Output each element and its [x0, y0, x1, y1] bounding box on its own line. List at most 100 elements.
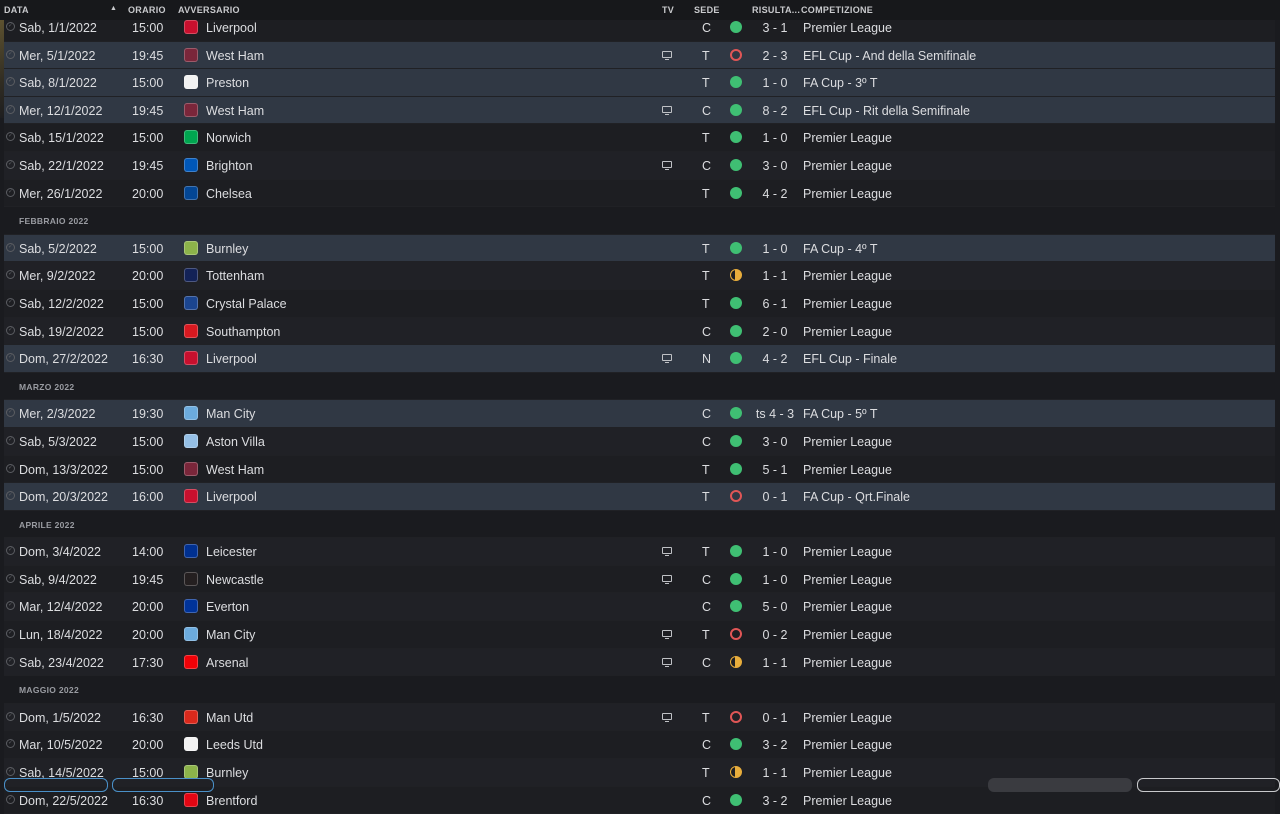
club-crest-icon[interactable] [184, 792, 198, 807]
competition-name[interactable]: FA Cup - 5º T [803, 407, 878, 421]
club-crest-icon[interactable] [184, 351, 198, 366]
opponent-name[interactable]: Brentford [206, 794, 257, 808]
competition-name[interactable]: Premier League [803, 463, 892, 477]
footer-button-left[interactable] [4, 778, 108, 792]
fixture-row[interactable]: ✓ Sab, 5/2/2022 15:00 Burnley T 1 - 0 FA Cup -… [4, 234, 1275, 263]
fixture-row[interactable]: ✓ Mar, 12/4/2022 20:00 Everton C 5 - 0 Premier… [4, 593, 1275, 622]
opponent-name[interactable]: Leeds Utd [206, 738, 263, 752]
club-crest-icon[interactable] [184, 268, 198, 283]
match-score[interactable]: 4 - 2 [749, 187, 801, 201]
match-score[interactable]: 4 - 2 [749, 352, 801, 366]
match-score[interactable]: ts 4 - 3 [749, 407, 801, 421]
competition-name[interactable]: Premier League [803, 738, 892, 752]
footer-button-second[interactable] [112, 778, 214, 792]
fixture-row[interactable]: ✓ Lun, 18/4/2022 20:00 Man City T 0 - 2 Premie… [4, 621, 1275, 649]
match-score[interactable]: 1 - 0 [749, 573, 801, 587]
fixture-row[interactable]: ✓ Sab, 19/2/2022 15:00 Southampton C 2 - 0 Pre… [4, 317, 1275, 346]
fixture-row[interactable]: ✓ Mer, 12/1/2022 19:45 West Ham C 8 - 2 EFL Cu… [4, 96, 1275, 125]
competition-name[interactable]: Premier League [803, 711, 892, 725]
fixture-row[interactable]: ✓ Sab, 9/4/2022 19:45 Newcastle C 1 - 0 Premie… [4, 565, 1275, 594]
club-crest-icon[interactable] [184, 489, 198, 504]
club-crest-icon[interactable] [184, 102, 198, 117]
club-crest-icon[interactable] [184, 627, 198, 642]
match-score[interactable]: 1 - 0 [749, 242, 801, 256]
club-crest-icon[interactable] [184, 75, 198, 90]
fixture-row[interactable]: ✓ Sab, 22/1/2022 19:45 Brighton C 3 - 0 Premie… [4, 151, 1275, 180]
match-score[interactable]: 1 - 0 [749, 545, 801, 559]
club-crest-icon[interactable] [184, 323, 198, 338]
club-crest-icon[interactable] [184, 20, 198, 34]
club-crest-icon[interactable] [184, 461, 198, 476]
opponent-name[interactable]: Brighton [206, 159, 253, 173]
match-score[interactable]: 5 - 0 [749, 600, 801, 614]
match-score[interactable]: 1 - 1 [749, 269, 801, 283]
fixture-row[interactable]: ✓ Dom, 13/3/2022 15:00 West Ham T 5 - 1 Premie… [4, 455, 1275, 484]
fixture-row[interactable]: ✓ Sab, 5/3/2022 15:00 Aston Villa C 3 - 0 Prem… [4, 427, 1275, 456]
match-score[interactable]: 0 - 2 [749, 628, 801, 642]
competition-name[interactable]: Premier League [803, 131, 892, 145]
match-score[interactable]: 3 - 2 [749, 738, 801, 752]
club-crest-icon[interactable] [184, 599, 198, 614]
competition-name[interactable]: FA Cup - 4º T [803, 242, 878, 256]
opponent-name[interactable]: Man Utd [206, 711, 253, 725]
club-crest-icon[interactable] [184, 130, 198, 145]
competition-name[interactable]: Premier League [803, 187, 892, 201]
opponent-name[interactable]: Norwich [206, 131, 251, 145]
competition-name[interactable]: Premier League [803, 269, 892, 283]
opponent-name[interactable]: Preston [206, 76, 249, 90]
fixture-row[interactable]: ✓ Dom, 1/5/2022 16:30 Man Utd T 0 - 1 Premier … [4, 703, 1275, 732]
club-crest-icon[interactable] [184, 47, 198, 62]
competition-name[interactable]: EFL Cup - Rit della Semifinale [803, 104, 970, 118]
opponent-name[interactable]: West Ham [206, 104, 264, 118]
club-crest-icon[interactable] [184, 571, 198, 586]
club-crest-icon[interactable] [184, 709, 198, 724]
competition-name[interactable]: EFL Cup - And della Semifinale [803, 49, 976, 63]
fixture-row[interactable]: ✓ Mer, 2/3/2022 19:30 Man City Cts 4 - 3 FA C… [4, 400, 1275, 428]
match-score[interactable]: 0 - 1 [749, 490, 801, 504]
opponent-name[interactable]: Chelsea [206, 187, 252, 201]
club-crest-icon[interactable] [184, 737, 198, 752]
fixture-row[interactable]: ✓ Dom, 3/4/2022 14:00 Leicester T 1 - 0 Premie… [4, 538, 1275, 566]
fixture-row[interactable]: ✓ Sab, 15/1/2022 15:00 Norwich T 1 - 0 Premier… [4, 124, 1275, 152]
club-crest-icon[interactable] [184, 433, 198, 448]
fixture-row[interactable]: ✓ Mar, 10/5/2022 20:00 Leeds Utd C 3 - 2 Premi… [4, 731, 1275, 760]
competition-name[interactable]: Premier League [803, 159, 892, 173]
opponent-name[interactable]: Burnley [206, 242, 248, 256]
opponent-name[interactable]: West Ham [206, 49, 264, 63]
fixture-row[interactable]: ✓ Dom, 27/2/2022 16:30 Liverpool N 4 - 2 EFL C… [4, 345, 1275, 373]
match-score[interactable]: 6 - 1 [749, 297, 801, 311]
match-score[interactable]: 2 - 3 [749, 49, 801, 63]
fixture-row[interactable]: ✓ Sab, 8/1/2022 15:00 Preston T 1 - 0 FA Cup -… [4, 69, 1275, 97]
opponent-name[interactable]: West Ham [206, 463, 264, 477]
match-score[interactable]: 3 - 0 [749, 435, 801, 449]
match-score[interactable]: 3 - 0 [749, 159, 801, 173]
fixture-row[interactable]: ✓ Mer, 5/1/2022 19:45 West Ham T 2 - 3 EFL Cup… [4, 41, 1275, 70]
competition-name[interactable]: Premier League [803, 297, 892, 311]
opponent-name[interactable]: Aston Villa [206, 435, 265, 449]
col-header-date[interactable]: DATA [4, 5, 29, 15]
opponent-name[interactable]: Tottenham [206, 269, 264, 283]
opponent-name[interactable]: Liverpool [206, 21, 257, 35]
competition-name[interactable]: Premier League [803, 325, 892, 339]
competition-name[interactable]: Premier League [803, 656, 892, 670]
col-header-competition[interactable]: COMPETIZIONE [801, 5, 873, 15]
opponent-name[interactable]: Arsenal [206, 656, 248, 670]
opponent-name[interactable]: Man City [206, 407, 255, 421]
club-crest-icon[interactable] [184, 157, 198, 172]
club-crest-icon[interactable] [184, 406, 198, 421]
club-crest-icon[interactable] [184, 240, 198, 255]
match-score[interactable]: 5 - 1 [749, 463, 801, 477]
competition-name[interactable]: FA Cup - Qrt.Finale [803, 490, 910, 504]
club-crest-icon[interactable] [184, 544, 198, 559]
footer-button-right[interactable] [1137, 778, 1280, 792]
competition-name[interactable]: EFL Cup - Finale [803, 352, 897, 366]
col-header-opponent[interactable]: AVVERSARIO [178, 5, 240, 15]
opponent-name[interactable]: Man City [206, 628, 255, 642]
competition-name[interactable]: Premier League [803, 600, 892, 614]
competition-name[interactable]: FA Cup - 3º T [803, 76, 878, 90]
match-score[interactable]: 1 - 0 [749, 131, 801, 145]
competition-name[interactable]: Premier League [803, 435, 892, 449]
fixture-row[interactable]: ✓ Mer, 26/1/2022 20:00 Chelsea T 4 - 2 Premier… [4, 179, 1275, 208]
opponent-name[interactable]: Everton [206, 600, 249, 614]
competition-name[interactable]: Premier League [803, 628, 892, 642]
